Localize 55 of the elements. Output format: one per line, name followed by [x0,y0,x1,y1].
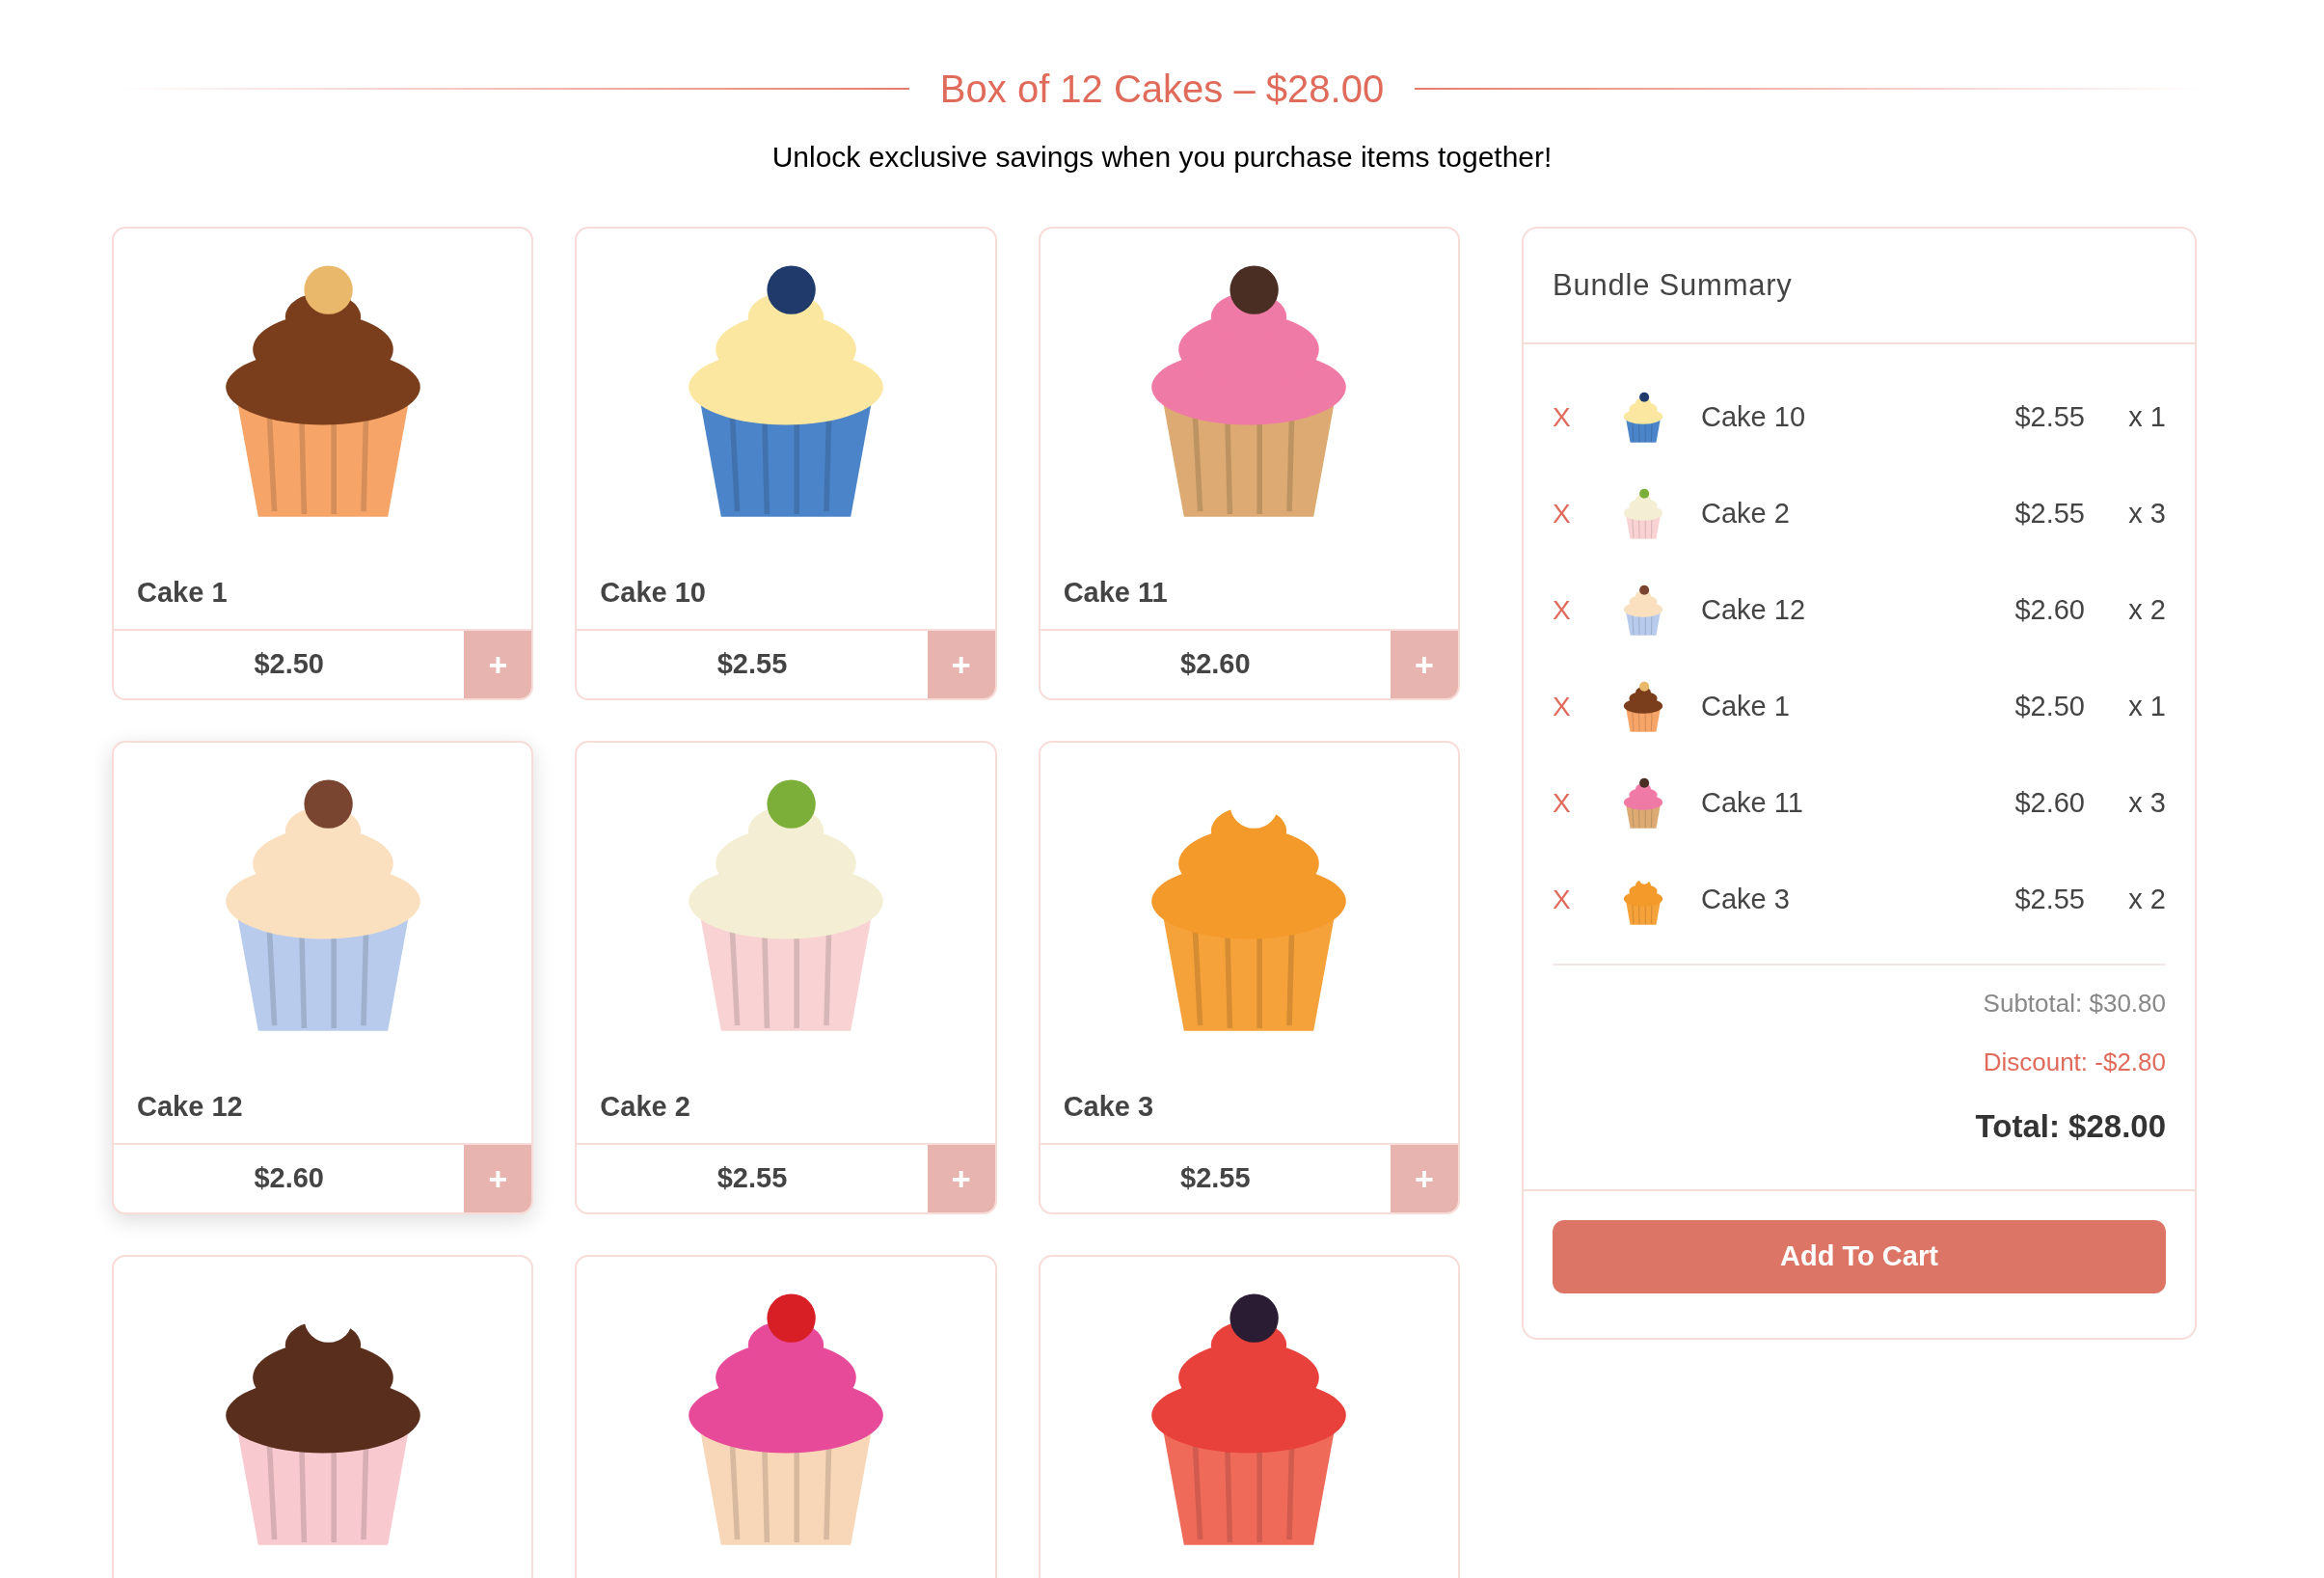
product-name: Cake 12 [137,1089,243,1124]
add-button[interactable]: + [464,631,532,698]
product-price: $2.50 [254,647,324,682]
item-price: $2.55 [2013,400,2085,435]
item-name: Cake 3 [1701,883,1791,917]
remove-button[interactable]: X [1553,880,1591,920]
product-price: $2.55 [716,647,788,682]
summary-title: Bundle Summary [1553,266,1793,304]
item-quantity: x 2 [2127,883,2166,917]
item-price: $2.50 [2013,690,2085,724]
product-name: Cake 10 [600,575,706,610]
total-text: Total: $28.00 [1975,1107,2166,1146]
item-price: $2.60 [2013,593,2085,628]
product-card[interactable]: Cake 1 $2.50 + [112,227,534,700]
product-card[interactable]: Cake 12 $2.60 + [112,741,534,1214]
add-button[interactable]: + [464,1145,532,1212]
item-name: Cake 11 [1701,786,1804,821]
product-price: $2.55 [1180,1161,1251,1196]
product-card[interactable]: Cake 3 $2.55 + [1038,741,1460,1214]
item-quantity: x 3 [2127,786,2166,821]
add-button[interactable]: + [1391,1145,1458,1212]
item-quantity: x 2 [2127,593,2166,628]
page-title: Box of 12 Cakes – $28.00 [939,67,1385,112]
remove-button[interactable]: X [1553,687,1591,727]
subtotal-text: Subtotal: $30.80 [1983,988,2166,1020]
product-price: $2.60 [1180,647,1251,682]
item-quantity: x 1 [2127,690,2166,724]
add-button[interactable]: + [927,1145,995,1212]
product-name: Cake 3 [1063,1089,1154,1124]
item-price: $2.55 [2013,883,2085,917]
page-subtitle: Unlock exclusive savings when you purchase items together! [770,140,1554,175]
item-name: Cake 12 [1701,593,1806,628]
item-quantity: x 1 [2127,400,2166,435]
product-card[interactable]: Cake 11 $2.60 + [1038,227,1460,700]
item-name: Cake 2 [1701,497,1791,531]
item-name: Cake 10 [1701,400,1806,435]
item-price: $2.60 [2013,786,2085,821]
add-to-cart-button[interactable]: Add To Cart [1553,1219,2166,1293]
item-name: Cake 1 [1701,690,1791,724]
remove-button[interactable]: X [1553,783,1591,824]
product-card[interactable]: Cake 10 $2.55 + [575,227,997,700]
product-card[interactable]: Cake 2 $2.55 + [575,741,997,1214]
product-price: $2.55 [716,1161,788,1196]
remove-button[interactable]: X [1553,494,1591,534]
remove-button[interactable]: X [1553,590,1591,631]
item-quantity: x 3 [2127,497,2166,531]
product-price: $2.60 [254,1161,324,1196]
item-price: $2.55 [2013,497,2085,531]
add-button[interactable]: + [927,631,995,698]
remove-button[interactable]: X [1553,397,1591,438]
product-name: Cake 2 [600,1089,690,1124]
product-name: Cake 11 [1063,575,1168,610]
product-name: Cake 1 [137,575,228,610]
add-button[interactable]: + [1391,631,1458,698]
discount-text: Discount: -$2.80 [1983,1047,2166,1078]
